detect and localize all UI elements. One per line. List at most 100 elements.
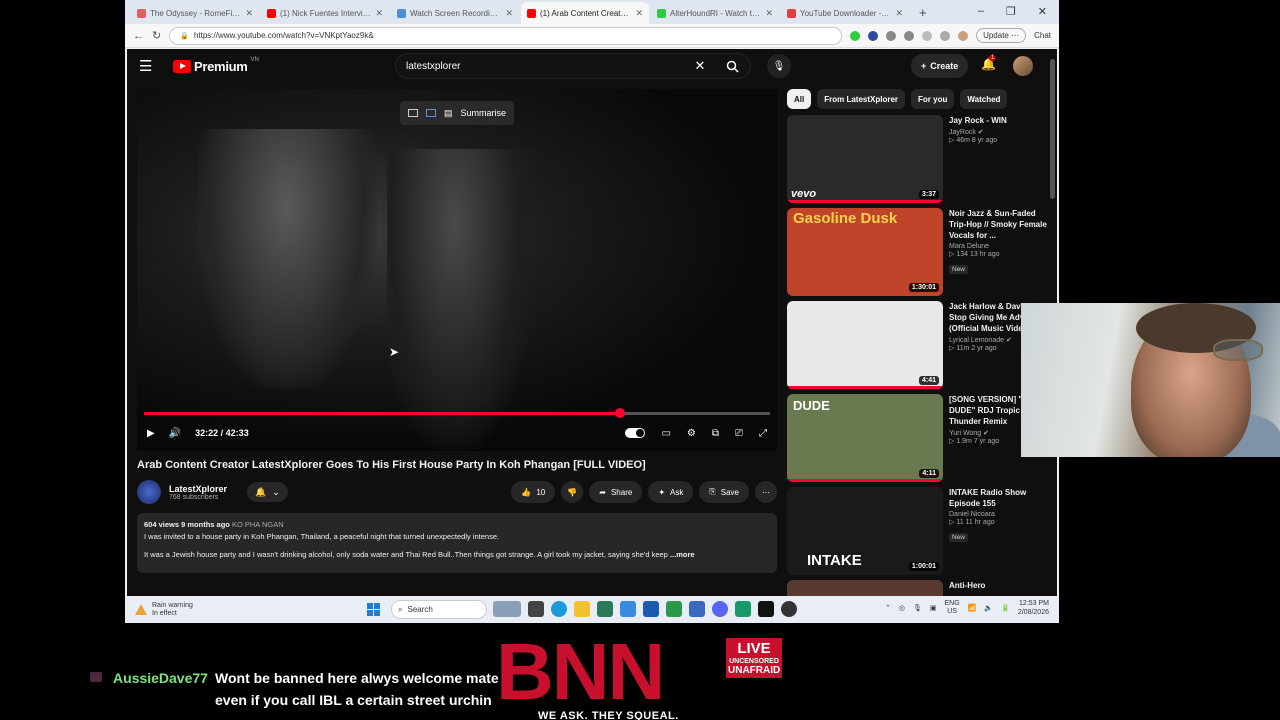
app-icon[interactable] (689, 601, 705, 617)
progress-bar[interactable] (144, 408, 770, 418)
recommendation-channel[interactable]: Mara Delune (949, 243, 1047, 250)
tab-close-icon[interactable]: ✕ (635, 8, 643, 19)
browser-tab[interactable]: Watch Screen Recording 202✕ (391, 2, 519, 24)
save-button[interactable]: ⎘ Save (699, 481, 749, 503)
extension-icon[interactable] (940, 30, 951, 41)
windows-start-icon[interactable] (367, 603, 380, 616)
volume-icon[interactable]: 🔊 (169, 428, 181, 439)
task-view-icon[interactable] (528, 601, 544, 617)
miniplayer-icon[interactable] (408, 109, 418, 117)
cast-icon[interactable]: ⎚ (735, 428, 743, 439)
close-icon[interactable]: ✕ (1038, 5, 1047, 18)
new-tab-button[interactable]: + (911, 5, 935, 24)
update-button[interactable]: Update ⋯ (976, 28, 1027, 43)
app-icon[interactable] (620, 601, 636, 617)
scrollbar[interactable] (1050, 59, 1055, 199)
app-icon[interactable] (666, 601, 682, 617)
edge-icon[interactable] (551, 601, 567, 617)
restore-icon[interactable]: ❐ (1006, 5, 1016, 18)
tab-close-icon[interactable]: ✕ (505, 8, 513, 19)
miniplayer-icon[interactable]: ⧉ (712, 428, 719, 439)
tray-icon[interactable]: ▣ (930, 604, 937, 612)
weather-widget[interactable]: Rain warning In effect (135, 602, 193, 618)
address-bar[interactable]: 🔒 https://www.youtube.com/watch?v=VNKptYa… (169, 26, 843, 45)
discord-icon[interactable] (712, 601, 728, 617)
language-indicator[interactable]: ENG US (945, 600, 960, 616)
recommendation-channel[interactable]: JayRock ✔ (949, 128, 1047, 136)
recommendation-channel[interactable]: Daniel Nicoara (949, 511, 1047, 518)
subscription-bell-button[interactable]: 🔔 ⌄ (247, 482, 288, 502)
share-button[interactable]: ➦ Share (589, 481, 643, 503)
widgets-icon[interactable] (493, 601, 521, 617)
autoplay-toggle[interactable] (625, 428, 646, 438)
avatar[interactable] (1013, 56, 1033, 76)
fullscreen-icon[interactable]: ⤢ (759, 428, 767, 439)
tab-close-icon[interactable]: ✕ (245, 8, 253, 19)
back-icon[interactable]: ← (133, 30, 144, 42)
tab-close-icon[interactable]: ✕ (375, 8, 383, 19)
tab-close-icon[interactable]: ✕ (765, 8, 773, 19)
recommendation-item[interactable]: Gasoline Dusk 1:30:01 Noir Jazz & Sun-Fade… (787, 208, 1047, 301)
video-thumbnail[interactable] (787, 580, 943, 596)
extension-icon[interactable] (904, 30, 915, 41)
create-button[interactable]: + Create (911, 54, 969, 78)
app-icon[interactable] (735, 601, 751, 617)
video-thumbnail[interactable]: vevo 3:37 (787, 115, 943, 203)
recommendation-title[interactable]: Noir Jazz & Sun-Faded Trip-Hop // Smoky … (949, 208, 1047, 241)
channel-avatar[interactable] (137, 480, 161, 504)
recommendation-title[interactable]: INTAKE Radio Show Episode 155 (949, 487, 1047, 509)
video-player[interactable]: ▤ Summarise ➤ ▶ 🔊 32:22 / 42:33 ▭ ⚙ ⧉ ⎚ … (137, 89, 777, 451)
tab-close-icon[interactable]: ✕ (895, 8, 903, 19)
chip-from-channel[interactable]: From LatestXplorer (817, 89, 906, 109)
media-player-icon[interactable] (781, 601, 797, 617)
browser-tab-active[interactable]: (1) Arab Content Creator Late✕ (521, 2, 649, 24)
video-thumbnail[interactable]: INTAKE 1:00:01 (787, 487, 943, 575)
profile-icon[interactable] (958, 30, 969, 41)
taskbar-search[interactable]: ⌕ Search (391, 600, 487, 619)
file-explorer-icon[interactable] (574, 601, 590, 617)
chip-watched[interactable]: Watched (960, 89, 1008, 109)
menu-icon[interactable]: ☰ (139, 57, 165, 75)
browser-tab[interactable]: (1) Nick Fuentes Interview (ft.✕ (261, 2, 389, 24)
mic-icon[interactable]: 🎙 (767, 54, 791, 78)
refresh-icon[interactable]: ↻ (152, 29, 161, 42)
app-icon[interactable] (597, 601, 613, 617)
battery-icon[interactable]: 🔋 (1001, 604, 1010, 612)
recommendation-item[interactable]: vevo 3:37 Jay Rock - WIN JayRock ✔ ▷ 46m 8 y… (787, 115, 1047, 208)
speaker-icon[interactable]: 🔈 (984, 604, 993, 612)
video-thumbnail[interactable]: 4:41 (787, 301, 943, 389)
browser-tab[interactable]: The Odyssey - RomeFilx - W✕ (131, 2, 259, 24)
extension-icon[interactable] (868, 30, 879, 41)
recommendation-item[interactable]: Anti-Hero (787, 580, 1047, 596)
clear-search-icon[interactable]: ✕ (686, 58, 714, 74)
app-icon[interactable] (758, 601, 774, 617)
recommendation-item[interactable]: INTAKE 1:00:01 INTAKE Radio Show Episode 1… (787, 487, 1047, 580)
search-input[interactable] (396, 60, 686, 72)
youtube-logo[interactable]: Premium VN (173, 57, 259, 74)
chip-for-you[interactable]: For you (911, 89, 955, 109)
video-thumbnail[interactable]: DUDE 4:11 (787, 394, 943, 482)
show-more-link[interactable]: ...more (670, 550, 695, 559)
chevron-up-icon[interactable]: ⌃ (885, 604, 891, 612)
browser-tab[interactable]: YouTube Downloader - Down✕ (781, 2, 909, 24)
clock[interactable]: 12:53 PM 2/08/2026 (1018, 599, 1049, 617)
summarise-button[interactable]: ▤ Summarise (400, 101, 515, 125)
video-thumbnail[interactable]: Gasoline Dusk 1:30:01 (787, 208, 943, 296)
browser-tab[interactable]: AlterHoundRI - Watch the VC✕ (651, 2, 779, 24)
description-box[interactable]: 604 views 9 months ago KO PHA NGAN I was… (137, 513, 777, 573)
recommendation-title[interactable]: Anti-Hero (949, 580, 1047, 591)
like-button[interactable]: 👍 10 (511, 481, 556, 503)
chip-all[interactable]: All (787, 89, 812, 109)
play-icon[interactable]: ▶ (147, 428, 155, 439)
settings-gear-icon[interactable]: ⚙ (687, 428, 696, 439)
recommendation-item[interactable]: 4:41 Jack Harlow & Dave - Stop Giving Me … (787, 301, 1047, 394)
more-actions-button[interactable]: ⋯ (755, 481, 777, 503)
mic-icon[interactable]: 🎙 (913, 604, 922, 612)
tray-icon[interactable]: ◎ (899, 604, 905, 612)
star-icon[interactable] (922, 30, 933, 41)
chat-button[interactable]: Chat (1034, 31, 1051, 40)
channel-name[interactable]: LatestXplorer (169, 484, 227, 494)
wifi-icon[interactable]: 📶 (968, 604, 977, 612)
extension-icon[interactable] (850, 30, 861, 41)
recommendation-item[interactable]: DUDE 4:11 [SONG VERSION] "I'M A DUDE" RDJ … (787, 394, 1047, 487)
